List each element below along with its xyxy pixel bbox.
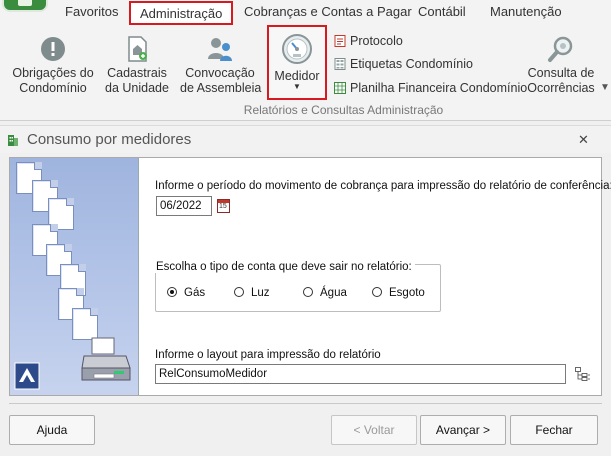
account-type-legend: Escolha o tipo de conta que deve sair no… [153,261,415,273]
consulta-label-1: Consulta de [527,66,595,80]
radio-gas[interactable]: Gás [167,287,205,299]
radio-agua-label: Água [320,287,347,299]
chevron-down-icon[interactable]: ▼ [600,82,610,93]
tab-manutencao[interactable]: Manutenção [490,4,562,19]
ribbon-group-caption: Relatórios e Consultas Administração [0,103,611,117]
radio-luz-indicator[interactable] [234,287,244,297]
building-icon [8,135,18,146]
radio-esgoto-indicator[interactable] [372,287,382,297]
layout-input[interactable] [155,364,566,384]
magnifier-icon [548,36,573,62]
cadastrais-label-1: Cadastrais [107,66,167,80]
app-brand-icon [14,362,40,390]
tab-favoritos[interactable]: Favoritos [65,4,118,19]
radio-esgoto[interactable]: Esgoto [372,287,425,299]
medidor-label: Medidor [274,69,320,83]
cadastrais-button[interactable]: Cadastrais da Unidade [104,28,170,100]
group-caption-text: Relatórios e Consultas Administração [243,103,444,117]
calendar-icon-text: 15 [219,203,227,210]
wizard-panel: Informe o período do movimento de cobran… [9,157,611,396]
convocacao-button[interactable]: Convocação de Assembleia [180,28,262,100]
radio-gas-indicator[interactable] [167,287,177,297]
back-button-label: < Voltar [353,423,395,437]
radio-luz[interactable]: Luz [234,287,270,299]
gauge-icon [282,34,312,64]
layout-picker-icon[interactable] [575,367,591,382]
tab-contabil[interactable]: Contábil [418,4,466,19]
period-label: Informe o período do movimento de cobran… [155,180,611,192]
consulta-label-2: Ocorrências [527,81,595,95]
layout-label: Informe o layout para impressão do relat… [155,349,381,361]
obrigacoes-button[interactable]: Obrigações do Condomínio [10,28,96,100]
wizard-form: Informe o período do movimento de cobran… [141,158,611,395]
ribbon-tabs: Favoritos Administração Cobranças e Cont… [0,0,611,26]
radio-agua[interactable]: Água [303,287,347,299]
next-button[interactable]: Avançar > [420,415,506,445]
people-icon [208,38,232,61]
obrigacoes-label-1: Obrigações do [12,66,94,80]
close-icon[interactable]: ✕ [578,132,589,148]
chevron-down-icon: ▼ [293,82,301,91]
obrigacoes-label-2: Condomínio [19,81,87,95]
calendar-icon[interactable]: 15 [217,199,230,213]
convocacao-label-2: de Assembleia [180,81,262,95]
spreadsheet-icon [334,82,346,94]
printer-icon [81,337,131,381]
planilha-command[interactable]: Planilha Financeira Condomínio [334,81,527,95]
tab-administracao[interactable]: Administração [129,1,234,25]
etiquetas-command[interactable]: Etiquetas Condomínio [334,57,473,71]
ribbon: Favoritos Administração Cobranças e Cont… [0,0,611,121]
medidor-button[interactable]: Medidor ▼ [267,25,327,100]
planilha-label: Planilha Financeira Condomínio [350,81,528,95]
period-input[interactable] [156,196,212,216]
back-button[interactable]: < Voltar [331,415,417,445]
radio-agua-indicator[interactable] [303,287,313,297]
dialog-title: Consumo por medidores [27,131,192,148]
tab-cobrancas[interactable]: Cobranças e Contas a Pagar [244,4,412,19]
protocol-doc-icon [334,35,346,47]
protocolo-label: Protocolo [350,34,403,48]
label-sheet-icon [334,58,346,70]
next-button-label: Avançar > [435,423,491,437]
dialog-title-bar: Consumo por medidores ✕ [0,125,611,153]
radio-luz-label: Luz [251,287,270,299]
convocacao-label-1: Convocação [185,66,255,80]
document-house-icon [128,36,147,62]
radio-esgoto-label: Esgoto [389,287,425,299]
consulta-ocorrencias-button[interactable]: Consulta de Ocorrências [524,28,598,100]
radio-gas-label: Gás [184,287,206,299]
help-button-label: Ajuda [36,423,68,437]
protocolo-command[interactable]: Protocolo [334,34,403,48]
close-button[interactable]: Fechar [510,415,598,445]
consumo-dialog: Consumo por medidores ✕ Informe o períod… [0,125,611,456]
wizard-illustration [10,158,139,395]
help-button[interactable]: Ajuda [9,415,95,445]
cadastrais-label-2: da Unidade [105,81,169,95]
alert-icon [41,37,65,61]
close-button-label: Fechar [535,423,573,437]
dialog-separator [9,403,602,404]
etiquetas-label: Etiquetas Condomínio [350,57,473,71]
